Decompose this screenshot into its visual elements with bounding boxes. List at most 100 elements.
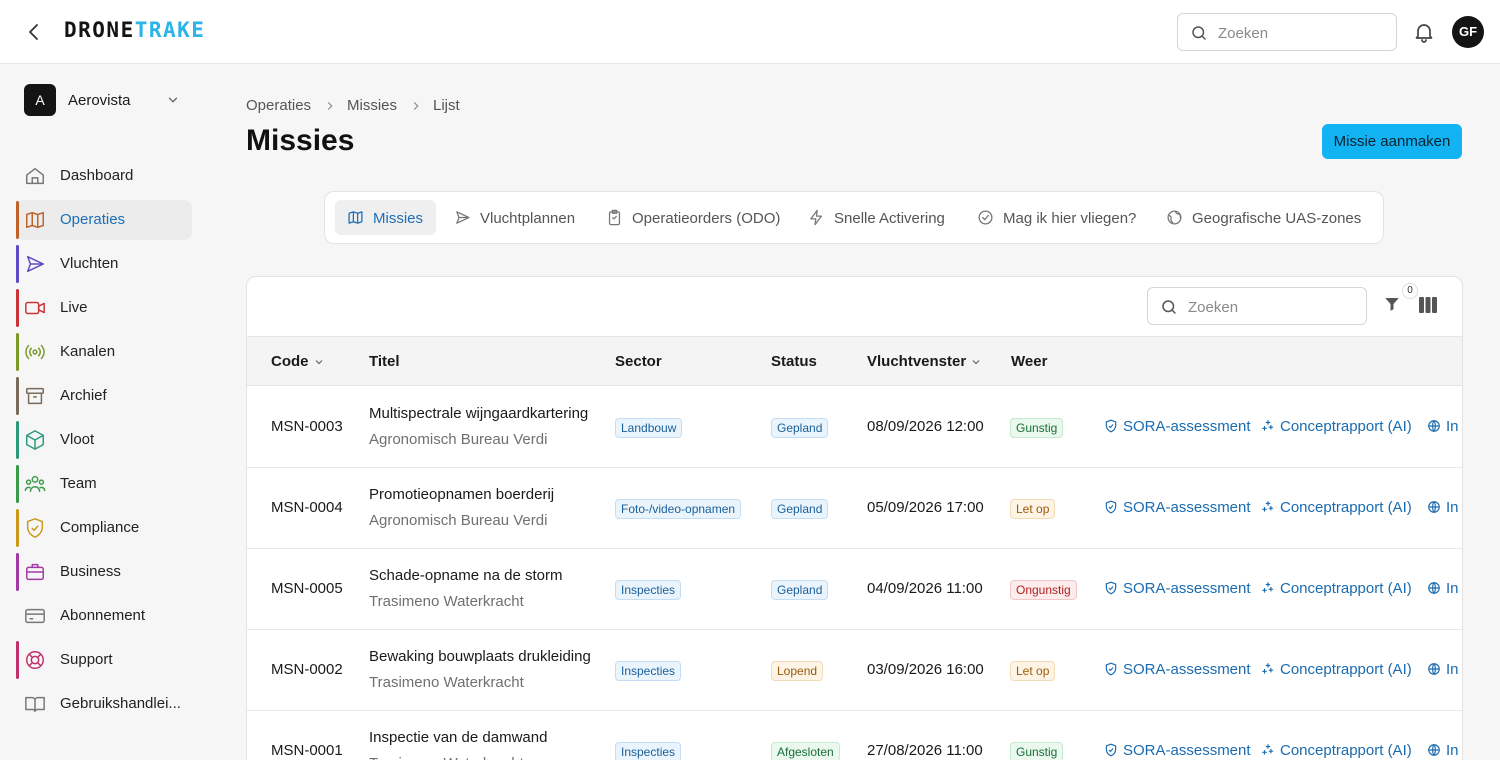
tab-mag-ik-hier-vliegen[interactable]: Mag ik hier vliegen? xyxy=(965,200,1145,235)
column-header-status: Status xyxy=(771,353,817,370)
table-row[interactable]: MSN-0001 Inspectie van de damwand Trasimen… xyxy=(247,711,1462,760)
in-link[interactable]: In xyxy=(1427,742,1459,759)
mission-title[interactable]: Bewaking bouwplaats drukleiding xyxy=(369,648,591,665)
sidebar-item-live[interactable]: Live xyxy=(16,288,192,328)
chevron-down-icon xyxy=(972,360,980,365)
mission-title[interactable]: Schade-opname na de storm xyxy=(369,567,562,584)
sidebar-item-gebruikshandleiding[interactable]: Gebruikshandlei... xyxy=(16,684,192,724)
sora-assessment-link[interactable]: SORA-assessment xyxy=(1104,661,1251,678)
breadcrumb-item-missies[interactable]: Missies xyxy=(347,97,397,114)
sidebar-item-support[interactable]: Support xyxy=(16,640,192,680)
globe-icon xyxy=(1428,582,1440,594)
table-search[interactable] xyxy=(1147,287,1367,325)
top-bar: DRONETRAKE GF xyxy=(0,0,1500,64)
concept-report-link[interactable]: Conceptrapport (AI) xyxy=(1261,661,1412,678)
in-link[interactable]: In xyxy=(1427,661,1459,678)
column-header-vluchtvenster[interactable]: Vluchtvenster xyxy=(867,353,982,370)
weather-badge: Gunstig xyxy=(1010,742,1064,760)
tab-geografische-uas-zones[interactable]: Geografische UAS-zones xyxy=(1154,200,1370,235)
status-badge: Gepland xyxy=(771,418,829,438)
table-row[interactable]: MSN-0002 Bewaking bouwplaats drukleiding T… xyxy=(247,630,1462,711)
concept-report-link[interactable]: Conceptrapport (AI) xyxy=(1261,418,1412,435)
sector-badge: Inspecties xyxy=(615,580,682,600)
tab-label: Vluchtplannen xyxy=(480,210,576,227)
sidebar-item-label: Vloot xyxy=(60,431,95,448)
chevron-left-icon xyxy=(29,24,38,40)
in-link[interactable]: In xyxy=(1427,418,1459,435)
sidebar-item-label: Abonnement xyxy=(60,607,146,624)
mission-title[interactable]: Multispectrale wijngaardkartering xyxy=(369,405,588,422)
video-icon xyxy=(25,301,45,315)
map-icon xyxy=(348,211,363,224)
in-link[interactable]: In xyxy=(1427,580,1459,597)
breadcrumb-item-lijst: Lijst xyxy=(433,97,460,114)
missions-table: 0 Code Titel Sector Status Vluchtvenster… xyxy=(246,276,1463,760)
in-link[interactable]: In xyxy=(1427,499,1459,516)
sora-assessment-link[interactable]: SORA-assessment xyxy=(1104,580,1251,597)
active-indicator xyxy=(16,201,19,239)
table-row[interactable]: MSN-0003 Multispectrale wijngaardkarterin… xyxy=(247,387,1462,468)
mission-client: Agronomisch Bureau Verdi xyxy=(369,431,548,448)
filter-icon xyxy=(1385,298,1399,311)
sora-assessment-link[interactable]: SORA-assessment xyxy=(1104,418,1251,435)
sidebar-item-compliance[interactable]: Compliance xyxy=(16,508,192,548)
mission-title[interactable]: Inspectie van de damwand xyxy=(369,729,547,746)
archive-icon xyxy=(26,387,44,405)
notifications-button[interactable] xyxy=(1412,20,1436,44)
sidebar-item-label: Compliance xyxy=(60,519,140,536)
columns-button[interactable] xyxy=(1419,297,1437,313)
global-search[interactable] xyxy=(1177,13,1397,51)
sidebar-item-label: Archief xyxy=(60,387,107,404)
sora-assessment-link[interactable]: SORA-assessment xyxy=(1104,742,1251,759)
sora-assessment-link[interactable]: SORA-assessment xyxy=(1104,499,1251,516)
flight-window: 27/08/2026 11:00 xyxy=(867,742,983,759)
tab-label: Snelle Activering xyxy=(834,210,945,227)
create-mission-button[interactable]: Missie aanmaken xyxy=(1322,124,1462,159)
tab-missies[interactable]: Missies xyxy=(335,200,436,235)
book-icon xyxy=(25,696,45,713)
breadcrumb-item-operaties[interactable]: Operaties xyxy=(246,97,311,114)
sidebar-item-vluchten[interactable]: Vluchten xyxy=(16,244,192,284)
shield-check-icon xyxy=(1105,419,1117,433)
table-search-input[interactable] xyxy=(1188,296,1358,318)
category-indicator xyxy=(16,641,19,679)
sidebar-item-kanalen[interactable]: Kanalen xyxy=(16,332,192,372)
back-button[interactable] xyxy=(22,20,46,44)
mission-title[interactable]: Promotieopnamen boerderij xyxy=(369,486,554,503)
sidebar-item-archief[interactable]: Archief xyxy=(16,376,192,416)
concept-report-link[interactable]: Conceptrapport (AI) xyxy=(1261,499,1412,516)
column-header-weer: Weer xyxy=(1011,353,1048,370)
mission-code: MSN-0001 xyxy=(271,742,343,759)
filter-button[interactable] xyxy=(1383,295,1401,313)
table-row[interactable]: MSN-0005 Schade-opname na de storm Trasime… xyxy=(247,549,1462,630)
category-indicator xyxy=(16,465,19,503)
mission-code: MSN-0004 xyxy=(271,499,343,516)
search-icon xyxy=(1192,26,1206,40)
sidebar-item-vloot[interactable]: Vloot xyxy=(16,420,192,460)
user-avatar[interactable]: GF xyxy=(1452,16,1484,48)
sidebar-item-operaties[interactable]: Operaties xyxy=(16,200,192,240)
global-search-input[interactable] xyxy=(1218,22,1388,44)
sidebar-item-team[interactable]: Team xyxy=(16,464,192,504)
bell-icon xyxy=(1415,24,1433,43)
app-logo[interactable]: DRONETRAKE xyxy=(64,18,205,42)
chevron-down-icon xyxy=(168,97,178,103)
page-title: Missies xyxy=(246,124,355,157)
zap-icon xyxy=(810,209,823,226)
column-header-code[interactable]: Code xyxy=(271,353,325,370)
org-switcher[interactable]: A Aerovista xyxy=(24,84,190,116)
concept-report-link[interactable]: Conceptrapport (AI) xyxy=(1261,580,1412,597)
sidebar-item-dashboard[interactable]: Dashboard xyxy=(16,156,192,196)
concept-report-link[interactable]: Conceptrapport (AI) xyxy=(1261,742,1412,759)
sidebar-item-business[interactable]: Business xyxy=(16,552,192,592)
sidebar-item-abonnement[interactable]: Abonnement xyxy=(16,596,192,636)
sidebar-item-label: Vluchten xyxy=(60,255,119,272)
tab-vluchtplannen[interactable]: Vluchtplannen xyxy=(442,200,582,235)
tab-operatieorders[interactable]: Operatieorders (ODO) xyxy=(594,200,786,235)
sidebar-item-label: Kanalen xyxy=(60,343,116,360)
tab-snelle-activering[interactable]: Snelle Activering xyxy=(796,200,956,235)
tab-label: Geografische UAS-zones xyxy=(1192,210,1362,227)
weather-badge: Let op xyxy=(1010,661,1056,681)
table-row[interactable]: MSN-0004 Promotieopnamen boerderij Agronom… xyxy=(247,468,1462,549)
box-icon xyxy=(26,430,44,450)
